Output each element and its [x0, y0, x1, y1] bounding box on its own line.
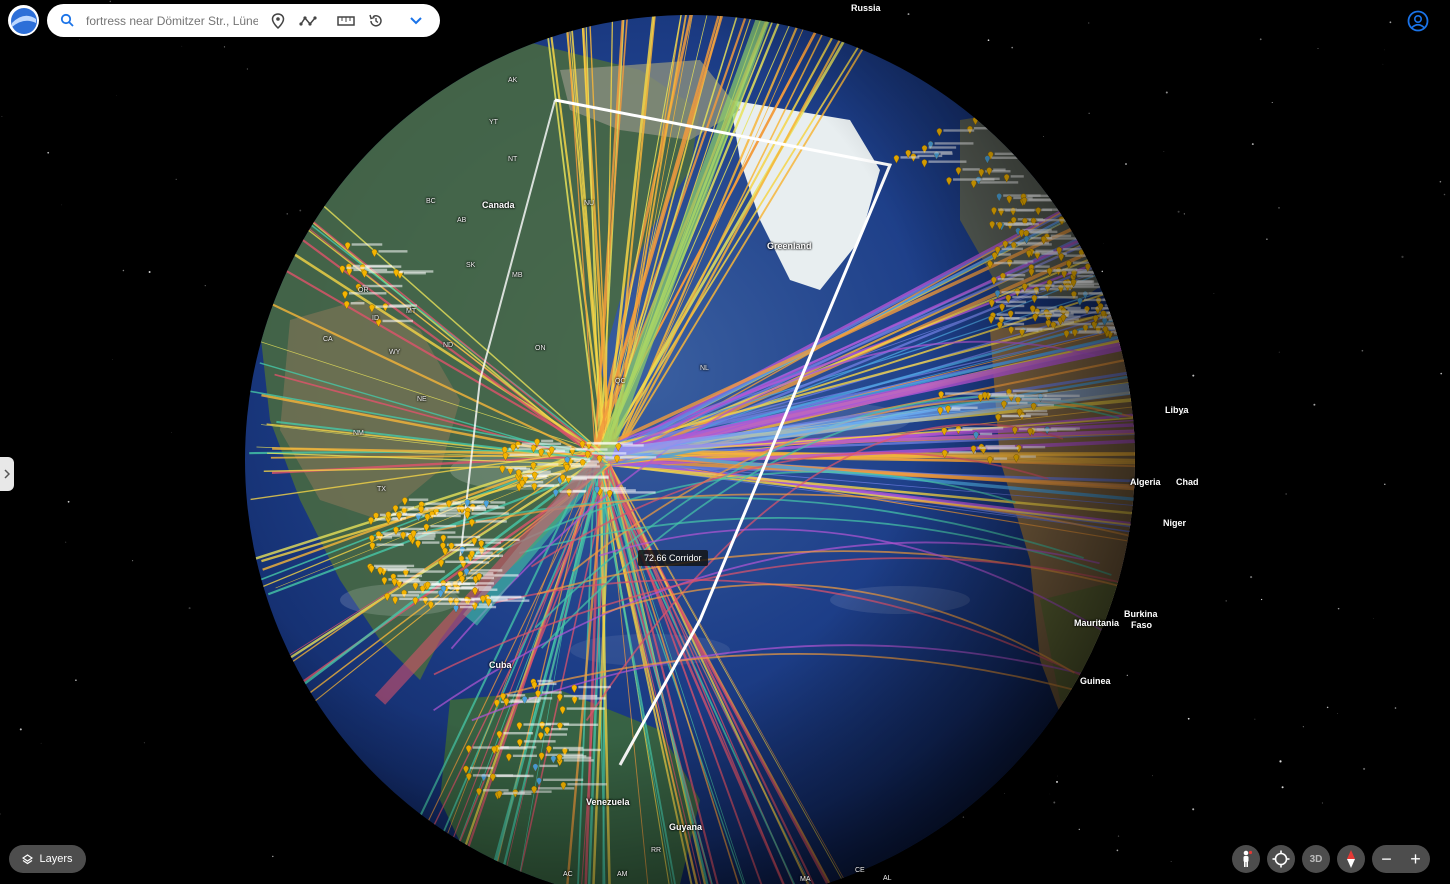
map-label-wy: WY	[389, 349, 401, 356]
chevron-down-icon[interactable]	[404, 9, 428, 33]
zoom-in-button[interactable]: +	[1404, 845, 1428, 873]
map-label-niger: Niger	[1163, 518, 1187, 528]
map-label-al: AL	[883, 875, 892, 882]
map-label-ak: AK	[508, 77, 518, 84]
map-label-rr: RR	[651, 847, 662, 854]
ruler-icon[interactable]	[334, 9, 358, 33]
pegman-icon	[1243, 850, 1253, 867]
map-label-chad: Chad	[1176, 477, 1199, 487]
map-label-am: AM	[617, 871, 628, 878]
map-label-tx: TX	[377, 486, 386, 493]
map-label-greenland: Greenland	[767, 241, 812, 251]
map-label-burkina: Burkina	[1124, 609, 1158, 619]
map-label-nm: NM	[353, 430, 364, 437]
map-label-guinea: Guinea	[1080, 676, 1111, 686]
search-bar	[47, 4, 440, 37]
map-label-venezuela: Venezuela	[586, 797, 630, 807]
map-label-yt: YT	[489, 119, 498, 126]
map-label-qc: QC	[615, 378, 626, 385]
map-label-russia: Russia	[851, 3, 881, 13]
map-label-canada: Canada	[482, 200, 515, 210]
side-panel-toggle[interactable]	[0, 457, 14, 491]
my-location-button[interactable]	[1267, 845, 1295, 873]
map-label-faso: Faso	[1131, 620, 1153, 630]
corridor-tooltip: 72.66 Corridor	[638, 550, 708, 566]
layers-button[interactable]: Layers	[9, 845, 86, 873]
map-label-nl: NL	[700, 365, 709, 372]
map-label-libya: Libya	[1165, 405, 1189, 415]
search-input[interactable]	[86, 13, 258, 28]
path-icon[interactable]	[296, 9, 320, 33]
map-label-ma: MA	[800, 876, 811, 883]
layers-icon	[22, 853, 34, 864]
layers-label: Layers	[39, 853, 73, 865]
zoom-control: − +	[1372, 845, 1430, 873]
my-location-icon	[1272, 850, 1290, 868]
place-marker-icon[interactable]	[266, 9, 290, 33]
search-icon[interactable]	[60, 13, 76, 29]
map-label-mb: MB	[512, 272, 523, 279]
map-label-mt: MT	[406, 308, 417, 315]
map-label-ne: NE	[417, 396, 427, 403]
map-label-algeria: Algeria	[1130, 477, 1161, 487]
account-icon[interactable]	[1407, 10, 1429, 32]
zoom-out-button[interactable]: −	[1375, 845, 1399, 873]
map-label-on: ON	[535, 345, 546, 352]
map-label-guyana: Guyana	[669, 822, 703, 832]
map-label-ac: AC	[563, 871, 573, 878]
compass-icon	[1347, 850, 1355, 868]
earth-view[interactable]	[0, 0, 1450, 884]
3d-toggle-button[interactable]: 3D	[1302, 845, 1330, 873]
map-label-ab: AB	[457, 217, 467, 224]
history-icon[interactable]	[364, 9, 388, 33]
map-label-id: ID	[372, 315, 379, 322]
globe-surface	[245, 15, 1135, 884]
compass-button[interactable]	[1337, 845, 1365, 873]
map-label-nu: NU	[584, 200, 595, 207]
map-label-or: OR	[358, 287, 369, 294]
map-label-nt: NT	[508, 156, 518, 163]
earth-logo-icon	[10, 7, 37, 34]
map-label-cuba: Cuba	[489, 660, 512, 670]
chevron-right-icon	[4, 469, 10, 479]
map-label-sk: SK	[466, 262, 476, 269]
app-logo[interactable]	[8, 5, 39, 36]
pegman-button[interactable]	[1232, 845, 1260, 873]
map-label-mauritania: Mauritania	[1074, 618, 1120, 628]
map-label-nd: ND	[443, 342, 454, 349]
map-label-ce: CE	[855, 867, 865, 874]
map-label-bc: BC	[426, 198, 436, 205]
map-label-ca: CA	[323, 336, 333, 343]
